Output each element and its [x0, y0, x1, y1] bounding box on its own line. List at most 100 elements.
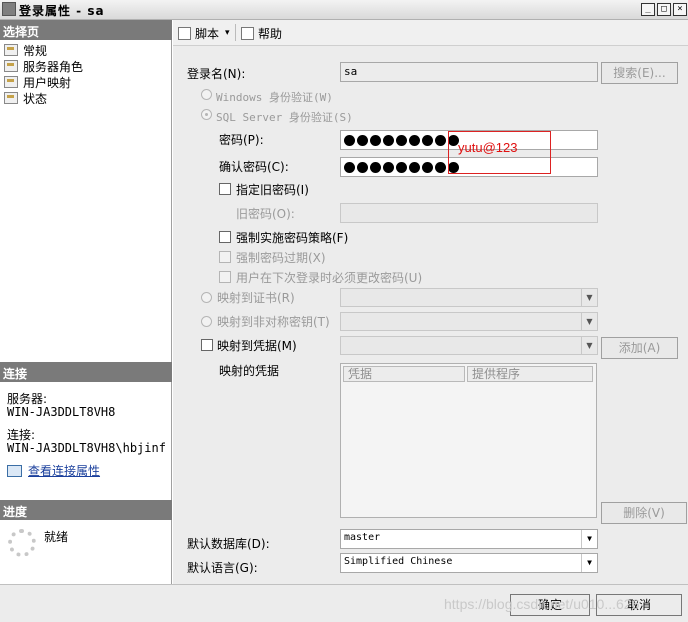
sql-auth-label: SQL Server 身份验证(S) [216, 111, 353, 124]
chevron-down-icon[interactable]: ▼ [581, 530, 597, 548]
login-name-label: 登录名(N): [187, 67, 246, 81]
default-lang-value: Simplified Chinese [344, 556, 453, 567]
map-credential-label: 映射到凭据(M) [217, 339, 297, 353]
enforce-policy-checkbox[interactable] [219, 231, 231, 243]
must-change-checkbox [219, 271, 231, 283]
nav-item-user-mapping[interactable]: 用户映射 [4, 74, 71, 90]
main-pane: 脚本 ▾ 帮助 登录名(N): sa 搜索(E)... Windows 身份验证… [173, 20, 688, 584]
password-dot [396, 134, 407, 146]
password-label: 密码(P): [219, 133, 264, 147]
specify-old-password-label: 指定旧密码(I) [236, 183, 309, 197]
confirm-password-label: 确认密码(C): [219, 160, 289, 174]
chevron-down-icon[interactable]: ▼ [581, 554, 597, 572]
page-icon [4, 76, 18, 88]
password-dot [409, 161, 420, 173]
password-dot [357, 134, 368, 146]
password-dot [357, 161, 368, 173]
password-dot [344, 161, 355, 173]
credential-combo: ▼ [340, 336, 598, 355]
enforce-expiration-checkbox [219, 251, 231, 263]
enforce-expiration-label: 强制密码过期(X) [236, 251, 326, 265]
help-icon [241, 26, 254, 40]
asym-key-combo: ▼ [340, 312, 598, 331]
grid-col-provider[interactable]: 提供程序 [467, 366, 593, 382]
chevron-down-icon: ▼ [581, 337, 597, 354]
nav-label: 用户映射 [23, 75, 72, 90]
old-password-label: 旧密码(O): [236, 207, 295, 221]
maximize-button[interactable]: □ [657, 3, 671, 16]
left-pane: 选择页 常规 服务器角色 用户映射 状态 连接 服务器: WIN-JA3DDLT… [0, 20, 172, 584]
view-connection-properties-link[interactable]: 查看连接属性 [7, 462, 100, 479]
must-change-label: 用户在下次登录时必须更改密码(U) [236, 271, 423, 285]
toolbar: 脚本 ▾ 帮助 [173, 20, 688, 46]
password-dot [422, 161, 433, 173]
chevron-down-icon: ▼ [581, 289, 597, 306]
password-dot [370, 161, 381, 173]
nav-item-status[interactable]: 状态 [4, 90, 47, 106]
add-credential-button[interactable]: 添加(A) [601, 337, 678, 359]
nav-label: 状态 [23, 91, 48, 106]
script-button[interactable]: 脚本 ▾ [178, 25, 230, 41]
default-lang-combo[interactable]: Simplified Chinese ▼ [340, 553, 598, 573]
default-db-combo[interactable]: master ▼ [340, 529, 598, 549]
progress-status: 就绪 [44, 530, 69, 544]
progress-spinner-icon [8, 529, 36, 557]
page-icon [4, 60, 18, 72]
password-dot [383, 161, 394, 173]
chevron-down-icon: ▾ [225, 28, 230, 38]
map-credential-checkbox[interactable] [201, 339, 213, 351]
login-name-field: sa [340, 62, 598, 82]
connection-value: WIN-JA3DDLT8VH8\hbjinf [7, 441, 166, 455]
map-certificate-label: 映射到证书(R) [217, 291, 295, 305]
sql-auth-radio[interactable] [201, 109, 212, 120]
nav-label: 常规 [23, 43, 48, 58]
connection-properties-icon [7, 464, 22, 477]
password-dot [422, 134, 433, 146]
password-dot [344, 134, 355, 146]
script-icon [178, 26, 191, 40]
default-lang-label: 默认语言(G): [187, 561, 258, 575]
password-dot [370, 134, 381, 146]
page-icon [4, 92, 18, 104]
connection-header: 连接 [0, 362, 172, 382]
enforce-policy-label: 强制实施密码策略(F) [236, 231, 349, 245]
certificate-combo: ▼ [340, 288, 598, 307]
password-dot [409, 134, 420, 146]
default-db-value: master [344, 532, 381, 543]
watermark: https://blog.csdn.net/u010...626 [444, 596, 640, 612]
toolbar-separator [235, 24, 236, 41]
close-button[interactable]: × [673, 3, 687, 16]
window-icon [2, 2, 16, 16]
mapped-credentials-grid[interactable]: 凭据 提供程序 [340, 363, 597, 518]
nav-item-general[interactable]: 常规 [4, 42, 47, 58]
nav-item-server-roles[interactable]: 服务器角色 [4, 58, 83, 74]
windows-auth-label: Windows 身份验证(W) [216, 91, 333, 104]
view-connection-properties-label: 查看连接属性 [28, 464, 101, 478]
specify-old-password-checkbox[interactable] [219, 183, 231, 195]
remove-credential-button[interactable]: 删除(V) [601, 502, 687, 524]
password-dot [435, 134, 446, 146]
page-icon [4, 44, 18, 56]
password-dot [396, 161, 407, 173]
window-title: 登录属性 - sa [19, 4, 105, 18]
map-asym-key-label: 映射到非对称密钥(T) [217, 315, 330, 329]
password-dot [435, 161, 446, 173]
windows-auth-radio[interactable] [201, 89, 212, 100]
script-label: 脚本 [195, 26, 220, 41]
nav-label: 服务器角色 [23, 59, 84, 74]
search-button[interactable]: 搜索(E)... [601, 62, 678, 84]
map-asym-key-radio[interactable] [201, 316, 212, 327]
help-button[interactable]: 帮助 [241, 25, 282, 41]
select-page-header: 选择页 [0, 20, 172, 40]
password-dot [383, 134, 394, 146]
server-value: WIN-JA3DDLT8VH8 [7, 405, 116, 419]
title-bar: 登录属性 - sa _ □ × [0, 0, 688, 20]
mapped-credentials-label: 映射的凭据 [219, 364, 280, 378]
minimize-button[interactable]: _ [641, 3, 655, 16]
help-label: 帮助 [258, 26, 283, 41]
old-password-field [340, 203, 598, 223]
map-certificate-radio[interactable] [201, 292, 212, 303]
annotation-text: yutu@123 [458, 140, 518, 155]
chevron-down-icon: ▼ [581, 313, 597, 330]
grid-col-credential[interactable]: 凭据 [343, 366, 465, 382]
